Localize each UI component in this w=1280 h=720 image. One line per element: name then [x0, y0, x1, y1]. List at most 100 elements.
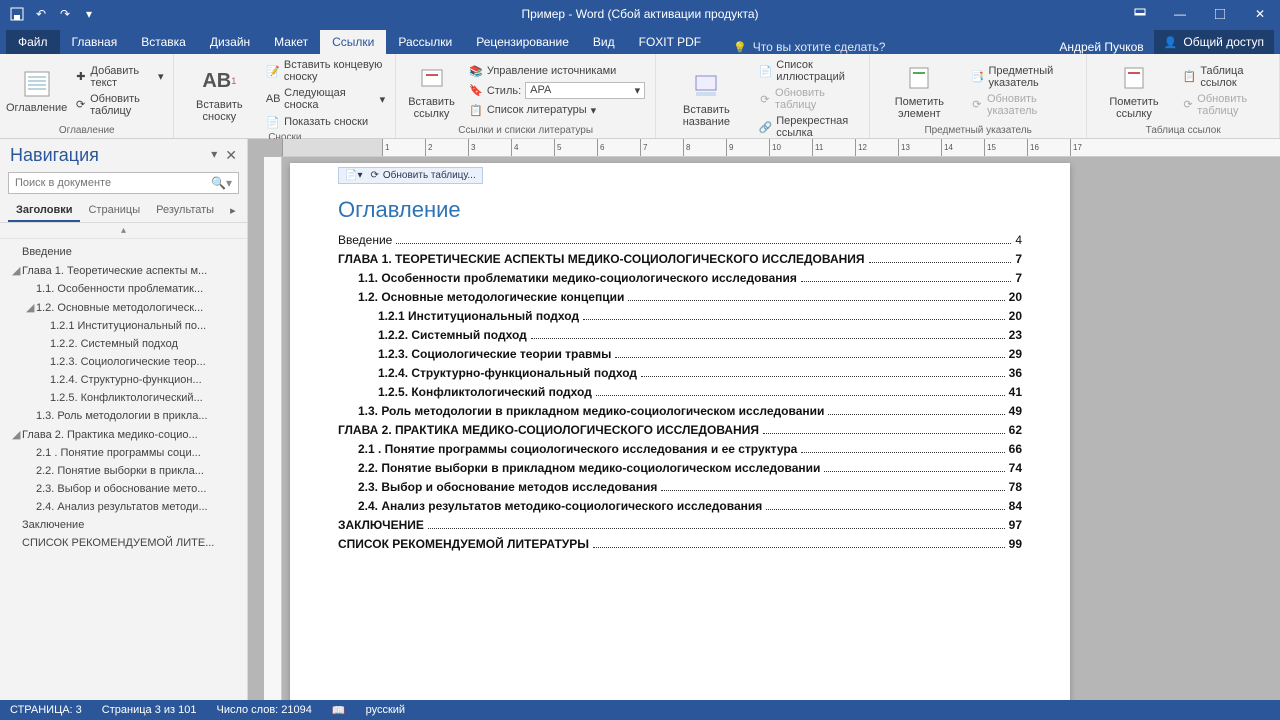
nav-tree-item[interactable]: ◢Глава 1. Теоретические аспекты м...: [6, 261, 241, 280]
save-icon[interactable]: [8, 5, 26, 23]
toc-entry[interactable]: 2.1 . Понятие программы социологического…: [338, 442, 1022, 456]
search-icon[interactable]: 🔍: [211, 176, 226, 190]
nav-tree-item[interactable]: 1.1. Особенности проблематик...: [6, 280, 241, 298]
tab-references[interactable]: Ссылки: [320, 30, 386, 54]
nav-collapse-icon[interactable]: ▴: [0, 223, 247, 239]
status-proofing-icon[interactable]: 📖: [332, 704, 346, 717]
show-footnotes-button[interactable]: 📄Показать сноски: [262, 114, 389, 130]
next-footnote-button[interactable]: ABСледующая сноска ▾: [262, 86, 389, 112]
tab-review[interactable]: Рецензирование: [464, 30, 581, 54]
nav-tab-results[interactable]: Результаты: [148, 200, 222, 222]
tab-layout[interactable]: Макет: [262, 30, 320, 54]
nav-tree-item[interactable]: 1.2.3. Социологические теор...: [6, 353, 241, 371]
vertical-ruler[interactable]: [264, 157, 282, 700]
nav-search-input[interactable]: [15, 177, 211, 189]
update-ta-icon: ⟳: [1183, 98, 1194, 112]
crossref-button[interactable]: 🔗Перекрестная ссылка: [755, 114, 863, 140]
toc-entry[interactable]: ГЛАВА 2. ПРАКТИКА МЕДИКО-СОЦИОЛОГИЧЕСКОГ…: [338, 423, 1022, 437]
maximize-button[interactable]: [1200, 0, 1240, 28]
toc-entry[interactable]: 1.2.4. Структурно-функциональный подход3…: [338, 366, 1022, 380]
tell-me-input[interactable]: Что вы хотите сделать?: [733, 40, 885, 54]
minimize-button[interactable]: —: [1160, 0, 1200, 28]
navpane-dropdown-icon[interactable]: ▾: [211, 147, 217, 164]
tab-insert[interactable]: Вставка: [129, 30, 198, 54]
add-text-button[interactable]: ✚Добавить текст ▾: [71, 64, 167, 90]
toc-entry[interactable]: Введение4: [338, 233, 1022, 247]
toc-entry[interactable]: СПИСОК РЕКОМЕНДУЕМОЙ ЛИТЕРАТУРЫ99: [338, 537, 1022, 551]
close-button[interactable]: ✕: [1240, 0, 1280, 28]
insert-figlist-button[interactable]: 📄Список иллюстраций: [755, 58, 863, 84]
toc-entry[interactable]: 1.2.3. Социологические теории травмы29: [338, 347, 1022, 361]
table-auth-button[interactable]: 📋Таблица ссылок: [1179, 64, 1273, 90]
toc-entry[interactable]: ГЛАВА 1. ТЕОРЕТИЧЕСКИЕ АСПЕКТЫ МЕДИКО-СО…: [338, 252, 1022, 266]
nav-tree-item[interactable]: 1.3. Роль методологии в прикла...: [6, 407, 241, 425]
share-button[interactable]: Общий доступ: [1154, 30, 1274, 54]
qat-more-icon[interactable]: ▾: [80, 5, 98, 23]
ribbon-options-icon[interactable]: [1120, 0, 1160, 28]
nav-tree-item[interactable]: 2.4. Анализ результатов методи...: [6, 498, 241, 516]
document-page[interactable]: 📄▾ ⟳Обновить таблицу... Оглавление Введе…: [290, 163, 1070, 700]
manage-sources-button[interactable]: 📚Управление источниками: [465, 63, 649, 79]
toc-entry[interactable]: ЗАКЛЮЧЕНИЕ97: [338, 518, 1022, 532]
nav-tab-headings[interactable]: Заголовки: [8, 200, 80, 222]
insert-caption-button[interactable]: Вставить название: [662, 58, 750, 140]
nav-tree-item[interactable]: 1.2.4. Структурно-функцион...: [6, 371, 241, 389]
tab-view[interactable]: Вид: [581, 30, 627, 54]
toc-entry[interactable]: 1.2. Основные методологические концепции…: [338, 290, 1022, 304]
horizontal-ruler[interactable]: 1234567891011121314151617: [282, 139, 1280, 157]
status-page-label[interactable]: СТРАНИЦА: 3: [10, 704, 82, 716]
nav-tree-item[interactable]: Заключение: [6, 516, 241, 534]
status-word-count[interactable]: Число слов: 21094: [216, 704, 311, 716]
toc-entry[interactable]: 1.2.2. Системный подход23: [338, 328, 1022, 342]
update-ta-button[interactable]: ⟳Обновить таблицу: [1179, 92, 1273, 118]
navpane-close-icon[interactable]: ✕: [225, 147, 237, 164]
toc-entry[interactable]: 2.3. Выбор и обоснование методов исследо…: [338, 480, 1022, 494]
nav-tree-item[interactable]: 2.3. Выбор и обоснование мето...: [6, 480, 241, 498]
toc-entry[interactable]: 2.2. Понятие выборки в прикладном медико…: [338, 461, 1022, 475]
nav-tree-item[interactable]: 1.2.1 Институциональный по...: [6, 317, 241, 335]
status-page-of[interactable]: Страница 3 из 101: [102, 704, 197, 716]
insert-index-button[interactable]: 📑Предметный указатель: [967, 64, 1081, 90]
nav-tab-pages[interactable]: Страницы: [80, 200, 148, 222]
update-index-button[interactable]: ⟳Обновить указатель: [967, 92, 1081, 118]
nav-tree-item[interactable]: Введение: [6, 243, 241, 261]
toc-field-dropdown-icon[interactable]: 📄▾: [345, 170, 362, 181]
tab-mailings[interactable]: Рассылки: [386, 30, 464, 54]
update-toc-button[interactable]: ⟳Обновить таблицу: [71, 92, 167, 118]
bibliography-button[interactable]: 📋Список литературы ▾: [465, 102, 649, 118]
status-language[interactable]: русский: [366, 704, 405, 716]
toc-entry[interactable]: 1.3. Роль методологии в прикладном медик…: [338, 404, 1022, 418]
nav-tree-item[interactable]: 2.1 . Понятие программы соци...: [6, 444, 241, 462]
nav-tree-item[interactable]: 1.2.5. Конфликтологический...: [6, 389, 241, 407]
toc-entry[interactable]: 1.2.5. Конфликтологический подход41: [338, 385, 1022, 399]
toc-button[interactable]: Оглавление: [6, 58, 67, 123]
redo-icon[interactable]: ↷: [56, 5, 74, 23]
mark-citation-button[interactable]: Пометить ссылку: [1093, 58, 1174, 123]
toc-entry[interactable]: 2.4. Анализ результатов методико-социоло…: [338, 499, 1022, 513]
mark-entry-button[interactable]: Пометить элемент: [876, 58, 963, 123]
toc-entry[interactable]: 1.2.1 Институциональный подход20: [338, 309, 1022, 323]
toc-entry[interactable]: 1.1. Особенности проблематики медико-соц…: [338, 271, 1022, 285]
insert-endnote-button[interactable]: 📝Вставить концевую сноску: [262, 58, 389, 84]
style-select[interactable]: 🔖Стиль: APA▾: [465, 81, 649, 100]
user-name[interactable]: Андрей Пучков: [1049, 40, 1153, 54]
nav-tree-item[interactable]: ◢Глава 2. Практика медико-социо...: [6, 425, 241, 444]
nav-tree-item[interactable]: 2.2. Понятие выборки в прикла...: [6, 462, 241, 480]
mark-cite-label: Пометить ссылку: [1099, 96, 1168, 120]
tab-design[interactable]: Дизайн: [198, 30, 262, 54]
nav-tree-item[interactable]: ◢1.2. Основные методологическ...: [6, 298, 241, 317]
tab-home[interactable]: Главная: [60, 30, 130, 54]
nav-tree-item[interactable]: СПИСОК РЕКОМЕНДУЕМОЙ ЛИТЕ...: [6, 534, 241, 552]
insert-footnote-button[interactable]: АВ1 Вставить сноску: [180, 58, 258, 130]
mark-entry-label: Пометить элемент: [882, 96, 957, 120]
toc-update-icon[interactable]: ⟳: [370, 170, 378, 181]
insert-citation-button[interactable]: Вставить ссылку: [402, 58, 461, 123]
update-figlist-button[interactable]: ⟳Обновить таблицу: [755, 86, 863, 112]
nav-search-box[interactable]: 🔍▾: [8, 172, 239, 194]
undo-icon[interactable]: ↶: [32, 5, 50, 23]
tab-file[interactable]: Файл: [6, 30, 60, 54]
tab-foxit[interactable]: FOXIT PDF: [627, 30, 713, 54]
toc-field-controls[interactable]: 📄▾ ⟳Обновить таблицу...: [338, 167, 483, 184]
nav-tree-item[interactable]: 1.2.2. Системный подход: [6, 335, 241, 353]
nav-tab-more-icon[interactable]: ▸: [222, 200, 244, 222]
